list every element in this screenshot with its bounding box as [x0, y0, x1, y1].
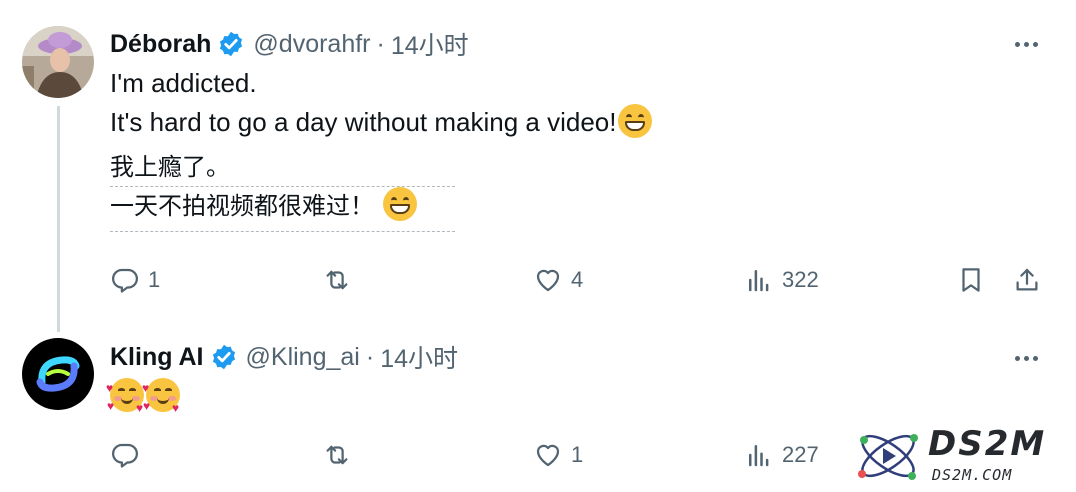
grinning-face-emoji-icon: [618, 104, 653, 138]
verified-badge-icon: [212, 344, 235, 370]
watermark: DS2M DS2M.COM: [850, 420, 1070, 492]
tweet-text-line: I'm addicted.: [110, 68, 257, 98]
translation-line: 我上瘾了。: [110, 154, 230, 181]
view-count: 322: [782, 267, 819, 292]
bookmark-icon: [962, 268, 980, 292]
share-icon: [1016, 268, 1038, 291]
action-bar: 1 4 322: [0, 260, 1076, 300]
retweet-button[interactable]: [322, 260, 352, 300]
author-name[interactable]: Kling AI: [110, 343, 204, 372]
bookmark-button[interactable]: [956, 260, 986, 300]
separator-dot: ·: [376, 29, 385, 58]
retweet-button[interactable]: [322, 435, 352, 475]
translation-line: 一天不拍视频都很难过！: [110, 193, 374, 220]
watermark-title: DS2M: [928, 424, 1047, 464]
share-button[interactable]: [1012, 260, 1042, 300]
translation-line-with-emoji: 一天不拍视频都很难过！: [110, 186, 455, 225]
avatar-deborah[interactable]: [22, 26, 94, 98]
like-count: 1: [571, 442, 584, 467]
views-icon: [749, 270, 769, 292]
smiling-face-with-hearts-emoji-icon: ♥ ♥ ♥: [106, 378, 144, 414]
watermark-atom-logo-icon: [858, 434, 918, 480]
author-handle[interactable]: @dvorahfr: [253, 30, 370, 59]
retweet-icon: [326, 445, 348, 465]
views-button[interactable]: 322: [744, 260, 819, 300]
tweet-text-line: It's hard to go a day without making a v…: [110, 107, 617, 137]
more-icon[interactable]: [1006, 26, 1046, 62]
like-button[interactable]: 4: [533, 260, 583, 300]
reply-icon: [112, 268, 138, 293]
like-icon: [536, 269, 560, 292]
views-button[interactable]: 227: [744, 435, 819, 475]
author-name[interactable]: Déborah: [110, 30, 211, 59]
separator-dot: ·: [365, 342, 375, 371]
tweet-text-line-with-emoji: It's hard to go a day without making a v…: [110, 103, 653, 142]
more-icon[interactable]: [1006, 340, 1046, 376]
reply-button[interactable]: [110, 435, 140, 475]
tweet-header: Déborah @dvorahfr · 14小时: [110, 26, 469, 62]
tweet-time[interactable]: 14小时: [380, 339, 458, 375]
translation-block: 我上瘾了。 一天不拍视频都很难过！: [110, 150, 455, 232]
like-icon: [536, 444, 560, 467]
avatar-kling-ai[interactable]: [22, 338, 94, 410]
tweet-time[interactable]: 14小时: [391, 26, 469, 62]
tweet-deborah[interactable]: Déborah @dvorahfr · 14小时 I'm addicted. I…: [0, 0, 1076, 332]
views-icon: [749, 445, 769, 467]
reply-count: 1: [148, 267, 161, 292]
reply-icon: [112, 443, 138, 468]
reply-button[interactable]: 1: [110, 260, 160, 300]
author-handle[interactable]: @Kling_ai: [246, 343, 360, 372]
like-button[interactable]: 1: [533, 435, 583, 475]
tweet-emojis: ♥ ♥ ♥ ♥ ♥ ♥: [106, 378, 182, 414]
watermark-subtitle: DS2M.COM: [932, 466, 1013, 484]
view-count: 227: [782, 442, 819, 467]
retweet-icon: [326, 270, 348, 290]
tweet-header: Kling AI @Kling_ai · 14小时: [110, 339, 458, 375]
grinning-face-emoji-icon: [382, 187, 417, 221]
kling-logo-icon: [22, 338, 94, 410]
verified-badge-icon: [220, 31, 243, 57]
smiling-face-with-hearts-emoji-icon: ♥ ♥ ♥: [142, 378, 180, 414]
like-count: 4: [571, 267, 584, 292]
